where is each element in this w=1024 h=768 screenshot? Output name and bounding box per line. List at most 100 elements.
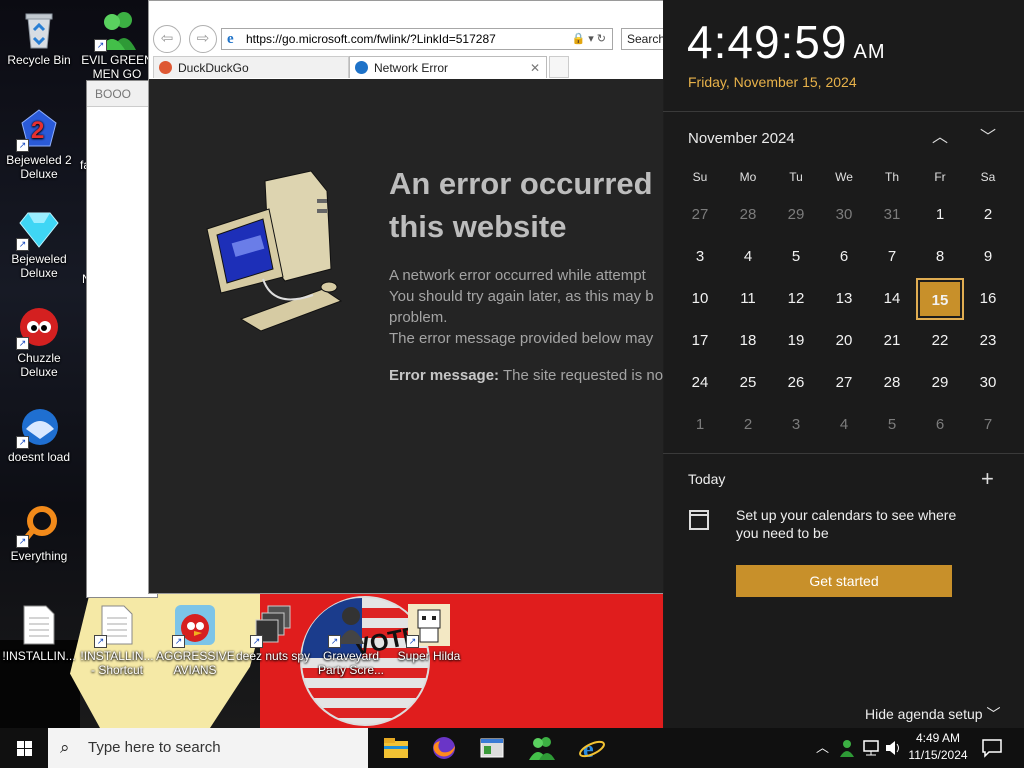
calendar-day[interactable]: 29 [774,196,818,234]
calendar-day[interactable]: 4 [822,406,866,444]
calendar-day[interactable]: 2 [966,196,1010,234]
taskbar-clock[interactable]: 4:49 AM 11/15/2024 [900,730,976,764]
desktop-icon-everything[interactable]: ↗ Everything [0,504,78,563]
calendar-day[interactable]: 27 [678,196,722,234]
shortcut-arrow-icon: ↗ [16,436,29,449]
chevron-up-icon[interactable]: ︿ [930,128,950,148]
pixel-character-icon: ↗ [406,604,450,648]
start-button[interactable] [0,728,48,768]
calendar-day[interactable]: 28 [870,364,914,402]
calendar-day[interactable]: 17 [678,322,722,360]
desktop-icon-super-hilda[interactable]: ↗ Super Hilda [390,604,468,663]
desktop-icon-aggressive-avians[interactable]: ↗ AGGRESSIVE AVIANS [156,604,235,677]
calendar-day[interactable]: 5 [870,406,914,444]
taskbar-search-box[interactable]: ⌕ Type here to search [48,728,368,768]
shortcut-arrow-icon: ↗ [16,337,29,350]
desktop-icon-label: Bejeweled 2 Deluxe [6,153,72,181]
calendar-day[interactable]: 7 [870,238,914,276]
flyout-date-link[interactable]: Friday, November 15, 2024 [688,74,857,90]
desktop-icon-evil-green-men[interactable]: ↗ EVIL GREEN MEN GO [78,8,156,78]
calendar-day[interactable]: 13 [822,280,866,318]
thunderbird-icon: ↗ [16,405,60,449]
calendar-day[interactable]: 29 [918,364,962,402]
desktop-icon-installing-shortcut[interactable]: ↗ !INSTALLIN... - Shortcut [78,604,156,677]
calendar-day[interactable]: 19 [774,322,818,360]
browser-window[interactable]: ⇦ ⇨ e https://go.microsoft.com/fwlink/?L… [148,0,664,594]
calendar-day[interactable]: 30 [966,364,1010,402]
calendar-day[interactable]: 3 [678,238,722,276]
calendar-day[interactable]: 18 [726,322,770,360]
chevron-down-icon[interactable]: ﹀ [978,128,998,148]
tab-duckduckgo[interactable]: DuckDuckGo [153,56,349,78]
lock-refresh-icons[interactable]: 🔒▾↻ [572,29,609,49]
calendar-icon [689,510,709,530]
desktop-icon-deez-nuts-spy[interactable]: ↗ deez nuts spy [234,604,312,663]
desktop-icon-label: Chuzzle Deluxe [17,351,61,379]
calendar-day[interactable]: 23 [966,322,1010,360]
calendar-day[interactable]: 1 [918,196,962,234]
calendar-day[interactable]: 26 [774,364,818,402]
calendar-day[interactable]: 10 [678,280,722,318]
calendar-day[interactable]: 6 [822,238,866,276]
notification-center-icon[interactable] [980,736,1004,760]
calendar-day[interactable]: 9 [966,238,1010,276]
calendar-day[interactable]: 11 [726,280,770,318]
desktop-icon-doesnt-load[interactable]: ↗ doesnt load [0,405,78,464]
svg-text:2: 2 [31,117,44,144]
taskbar: ⌕ Type here to search e ︿ 4:49 AM 11/15/… [0,728,1024,768]
firefox-icon[interactable] [428,732,460,764]
calendar-day[interactable]: 5 [774,238,818,276]
calendar-day[interactable]: 31 [870,196,914,234]
calendar-day[interactable]: 14 [870,280,914,318]
address-url: https://go.microsoft.com/fwlink/?LinkId=… [246,32,496,46]
new-tab-button[interactable] [549,56,569,78]
file-explorer-icon[interactable] [380,732,412,764]
calendar-day[interactable]: 1 [678,406,722,444]
calendar-day[interactable]: 30 [822,196,866,234]
internet-explorer-icon[interactable]: e [576,732,608,764]
close-tab-icon[interactable]: ✕ [530,57,540,79]
forward-button[interactable]: ⇨ [189,25,217,53]
calendar-day[interactable]: 22 [918,322,962,360]
calendar-day[interactable]: 28 [726,196,770,234]
weekday-label: Tu [789,170,803,184]
desktop-icon-bejeweled[interactable]: ↗ Bejeweled Deluxe [0,207,78,280]
month-label[interactable]: November 2024 [688,130,795,147]
chevron-up-icon[interactable]: ︿ [816,728,829,768]
calendar-day[interactable]: 12 [774,280,818,318]
desktop-icon-installing[interactable]: !INSTALLIN... [0,604,78,663]
messenger-tray-icon[interactable] [838,738,856,758]
browser-search-box[interactable]: Search... [621,28,663,50]
duckduckgo-icon [159,61,172,74]
network-icon[interactable] [861,739,881,757]
get-started-button[interactable]: Get started [736,565,952,597]
calendar-day[interactable]: 25 [726,364,770,402]
back-button[interactable]: ⇦ [153,25,181,53]
calendar-day[interactable]: 4 [726,238,770,276]
desktop-icon-bejeweled-2[interactable]: 2 ↗ Bejeweled 2 Deluxe [0,108,78,181]
address-bar[interactable]: e https://go.microsoft.com/fwlink/?LinkI… [221,28,613,50]
add-event-icon[interactable]: + [981,466,994,492]
calendar-day[interactable]: 20 [822,322,866,360]
desktop-icon-chuzzle[interactable]: ↗ Chuzzle Deluxe [0,306,78,379]
desktop-icon-recycle-bin[interactable]: Recycle Bin [0,8,78,67]
error-body-line: problem. [389,309,448,326]
calendar-day-today[interactable]: 15 [916,278,964,320]
calendar-day[interactable]: 24 [678,364,722,402]
chevron-down-icon: ﹀ [986,706,1001,722]
messenger-icon[interactable] [526,732,558,764]
calendar-day[interactable]: 27 [822,364,866,402]
calendar-day[interactable]: 16 [966,280,1010,318]
tab-network-error[interactable]: Network Error ✕ [349,56,547,78]
desktop-icon-graveyard-party[interactable]: ↗ Graveyard Party Scre... [312,604,390,677]
weekday-label: We [835,170,853,184]
calendar-day[interactable]: 8 [918,238,962,276]
window-app-icon[interactable] [476,732,508,764]
calendar-day[interactable]: 2 [726,406,770,444]
error-body-line: A network error occurred while attempt [389,267,646,284]
calendar-day[interactable]: 7 [966,406,1010,444]
calendar-day[interactable]: 21 [870,322,914,360]
calendar-day[interactable]: 3 [774,406,818,444]
hide-agenda-link[interactable]: Hide agenda setup ﹀ [865,704,1000,724]
calendar-day[interactable]: 6 [918,406,962,444]
